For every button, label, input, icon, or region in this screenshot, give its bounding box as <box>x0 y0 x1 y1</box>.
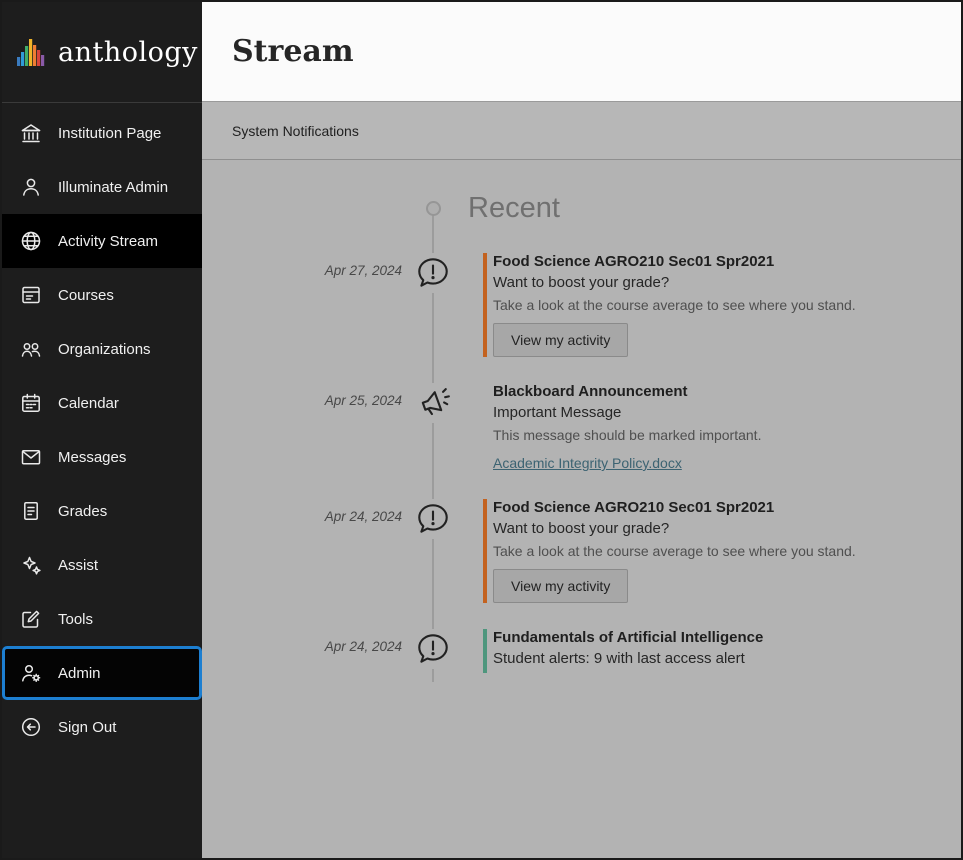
anthology-logo-text: anthology <box>58 37 198 68</box>
alert-bubble-icon <box>413 253 453 293</box>
sidebar-item-assist[interactable]: Assist <box>2 538 202 592</box>
organizations-icon <box>19 337 43 361</box>
stream-item-description: Take a look at the course average to see… <box>493 297 961 313</box>
stream-item-body: Food Science AGRO210 Sec01 Spr2021 Want … <box>483 253 961 357</box>
sidebar-item-activity-stream[interactable]: Activity Stream <box>2 214 202 268</box>
calendar-icon <box>19 391 43 415</box>
sidebar-item-illuminate-admin[interactable]: Illuminate Admin <box>2 160 202 214</box>
sidebar-item-organizations[interactable]: Organizations <box>2 322 202 376</box>
stream-item-date: Apr 24, 2024 <box>202 629 402 654</box>
stream-item-body: Blackboard Announcement Important Messag… <box>483 383 961 473</box>
subnav-bar: System Notifications <box>202 102 961 160</box>
stream-item-title: Fundamentals of Artificial Intelligence <box>493 629 961 646</box>
institution-icon <box>19 121 43 145</box>
assist-icon <box>19 553 43 577</box>
sidebar-item-label: Tools <box>58 611 93 628</box>
sidebar-item-label: Grades <box>58 503 107 520</box>
stream-item: Apr 24, 2024 Fundamentals of Artificial … <box>202 629 961 673</box>
attachment-link[interactable]: Academic Integrity Policy.docx <box>493 455 682 471</box>
grades-icon <box>19 499 43 523</box>
sidebar-item-grades[interactable]: Grades <box>2 484 202 538</box>
stream-item: Apr 25, 2024 Blackboard Announcement <box>202 383 961 473</box>
stream-item-title: Food Science AGRO210 Sec01 Spr2021 <box>493 253 961 270</box>
sidebar-item-courses[interactable]: Courses <box>2 268 202 322</box>
main-area: Stream System Notifications Recent Apr 2… <box>202 2 961 858</box>
stream-item-date: Apr 27, 2024 <box>202 253 402 278</box>
app-window: anthology Institution Page Illuminate Ad… <box>0 0 963 860</box>
sidebar: anthology Institution Page Illuminate Ad… <box>2 2 202 858</box>
stream-item-subtitle: Student alerts: 9 with last access alert <box>493 650 961 667</box>
sidebar-item-label: Institution Page <box>58 125 161 142</box>
sidebar-item-label: Assist <box>58 557 98 574</box>
sidebar-item-label: Messages <box>58 449 126 466</box>
envelope-icon <box>19 445 43 469</box>
sidebar-item-label: Organizations <box>58 341 151 358</box>
stream-item-subtitle: Want to boost your grade? <box>493 520 961 537</box>
page-header: Stream <box>202 2 961 102</box>
sidebar-item-label: Courses <box>58 287 114 304</box>
globe-icon <box>19 229 43 253</box>
tab-system-notifications[interactable]: System Notifications <box>232 123 359 139</box>
stream-item: Apr 27, 2024 Food Science AGRO210 Sec01 … <box>202 253 961 357</box>
timeline-start-dot <box>426 201 441 216</box>
stream-item-body: Fundamentals of Artificial Intelligence … <box>483 629 961 673</box>
alert-bubble-icon <box>413 499 453 539</box>
stream-item-subtitle: Important Message <box>493 404 961 421</box>
stream-content: Recent Apr 27, 2024 Food Science AGRO210 <box>202 160 961 858</box>
stream-item-description: Take a look at the course average to see… <box>493 543 961 559</box>
page-title: Stream <box>232 34 354 69</box>
recent-header-row: Recent <box>202 192 961 225</box>
sidebar-item-label: Sign Out <box>58 719 116 736</box>
sidebar-item-sign-out[interactable]: Sign Out <box>2 700 202 754</box>
stream-item-subtitle: Want to boost your grade? <box>493 274 961 291</box>
admin-gear-icon <box>19 661 43 685</box>
sidebar-item-tools[interactable]: Tools <box>2 592 202 646</box>
sidebar-item-calendar[interactable]: Calendar <box>2 376 202 430</box>
courses-icon <box>19 283 43 307</box>
alert-bubble-icon <box>413 629 453 669</box>
sidebar-menu: Institution Page Illuminate Admin Activi… <box>2 103 202 754</box>
anthology-logo-icon <box>15 35 49 69</box>
stream-item-body: Food Science AGRO210 Sec01 Spr2021 Want … <box>483 499 961 603</box>
sidebar-item-label: Calendar <box>58 395 119 412</box>
anthology-logo[interactable]: anthology <box>2 2 202 103</box>
stream-item-date: Apr 25, 2024 <box>202 383 402 408</box>
stream-item-date: Apr 24, 2024 <box>202 499 402 524</box>
sidebar-item-label: Admin <box>58 665 101 682</box>
person-icon <box>19 175 43 199</box>
sign-out-icon <box>19 715 43 739</box>
section-title-recent: Recent <box>468 192 961 225</box>
stream-item: Apr 24, 2024 Food Science AGRO210 Sec01 … <box>202 499 961 603</box>
sidebar-item-label: Activity Stream <box>58 233 158 250</box>
stream-item-description: This message should be marked important. <box>493 427 961 443</box>
announcement-icon <box>413 383 453 423</box>
sidebar-item-messages[interactable]: Messages <box>2 430 202 484</box>
sidebar-item-institution-page[interactable]: Institution Page <box>2 106 202 160</box>
sidebar-item-label: Illuminate Admin <box>58 179 168 196</box>
view-my-activity-button[interactable]: View my activity <box>493 323 628 357</box>
sidebar-item-admin[interactable]: Admin <box>2 646 202 700</box>
tools-icon <box>19 607 43 631</box>
stream-item-title: Food Science AGRO210 Sec01 Spr2021 <box>493 499 961 516</box>
view-my-activity-button[interactable]: View my activity <box>493 569 628 603</box>
stream-item-title: Blackboard Announcement <box>493 383 961 400</box>
